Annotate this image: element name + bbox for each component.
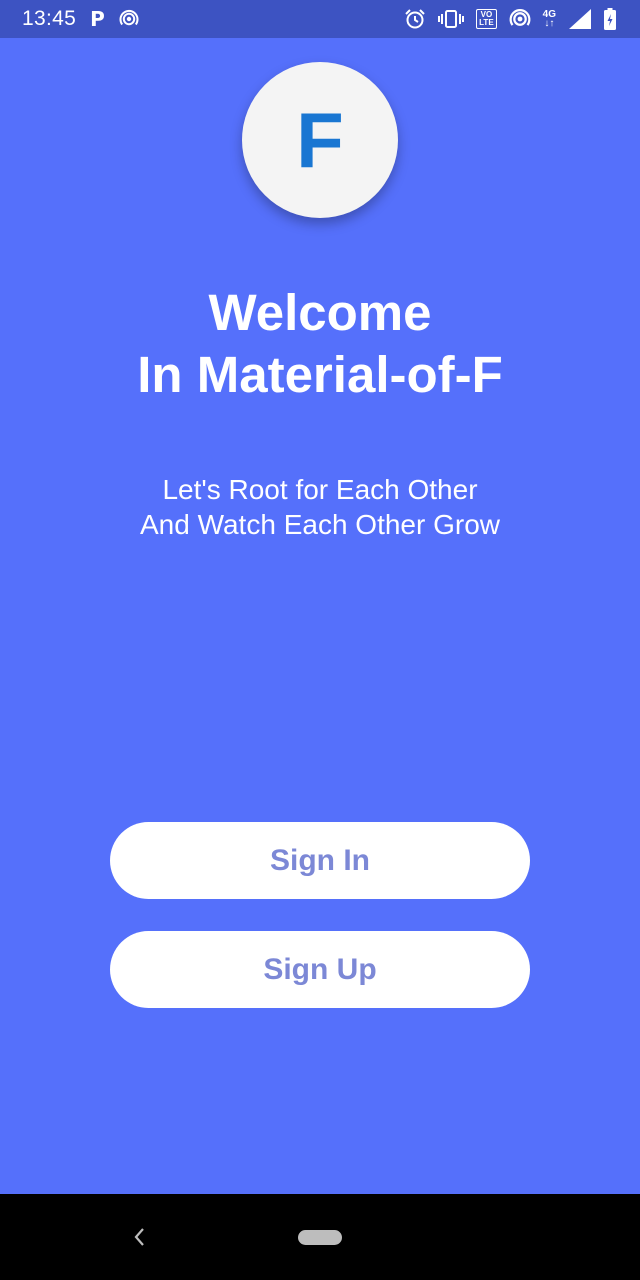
signal-icon <box>568 8 592 30</box>
alarm-icon <box>404 8 426 30</box>
battery-icon <box>604 8 616 30</box>
home-pill-icon[interactable] <box>298 1230 342 1245</box>
sign-up-button[interactable]: Sign Up <box>110 931 530 1008</box>
status-right-group: VO LTE 4G ↓↑ <box>404 8 616 30</box>
vibrate-icon <box>438 9 465 29</box>
sign-in-label: Sign In <box>270 843 370 877</box>
sign-up-label: Sign Up <box>263 952 377 986</box>
logo-letter: F <box>296 96 344 184</box>
back-chevron-icon[interactable] <box>128 1224 150 1250</box>
welcome-line-1: Welcome <box>208 284 432 341</box>
volte-label: VO LTE <box>479 11 494 27</box>
tagline: Let's Root for Each Other And Watch Each… <box>0 472 640 542</box>
status-left-group: 13:45 P <box>22 7 139 31</box>
navigation-bar <box>0 1194 640 1280</box>
app-logo: F <box>242 62 398 218</box>
welcome-heading: Welcome In Material-of-F <box>0 282 640 406</box>
hotspot-icon <box>119 9 139 29</box>
status-time: 13:45 <box>22 7 77 30</box>
hotspot-icon <box>509 8 531 30</box>
network-type: 4G ↓↑ <box>542 9 556 29</box>
4g-icon: 4G ↓↑ <box>542 9 556 29</box>
volte-icon: VO LTE <box>476 9 497 29</box>
parking-p-icon: P <box>90 7 105 31</box>
sign-in-button[interactable]: Sign In <box>110 822 530 899</box>
tagline-line-1: Let's Root for Each Other <box>162 474 478 505</box>
volte-line2: LTE <box>479 18 494 27</box>
welcome-line-2: In Material-of-F <box>137 346 503 403</box>
status-bar: 13:45 P VO LTE 4G ↓↑ <box>0 0 640 38</box>
network-type-label: 4G <box>542 9 556 20</box>
tagline-line-2: And Watch Each Other Grow <box>140 509 500 540</box>
